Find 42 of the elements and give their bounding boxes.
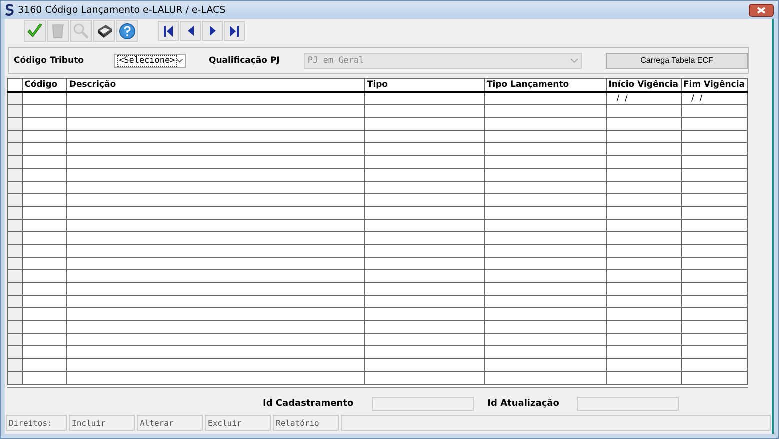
app-logo-icon <box>5 4 15 16</box>
trash-icon <box>51 23 65 39</box>
id-field[interactable] <box>372 397 474 411</box>
column-header: Tipo <box>364 78 484 92</box>
caret-icon <box>571 58 578 62</box>
search-icon <box>73 23 89 39</box>
close-icon <box>757 6 766 14</box>
caret-icon <box>177 58 183 62</box>
navigation-button[interactable] <box>224 21 245 41</box>
next-icon <box>210 26 216 36</box>
column-header: Fim Vigência <box>681 78 748 92</box>
status-panel: Direitos: <box>6 415 67 431</box>
help-icon <box>118 22 136 40</box>
status-panel: Relatório <box>273 415 339 431</box>
status-panel: Excluir <box>205 415 271 431</box>
previous-icon <box>188 26 194 36</box>
field-label: Id Atualização <box>488 399 560 409</box>
field-label: Id Cadastramento <box>263 399 354 409</box>
tax-code-dropdown[interactable]: <Selecione> <box>114 54 186 68</box>
column-header: Tipo Lançamento <box>484 78 606 92</box>
id-field[interactable] <box>577 397 680 411</box>
navigation-button[interactable] <box>180 21 201 41</box>
status-panel: Incluir <box>69 415 135 431</box>
window-title: 3160 Código Lançamento e-LALUR / e-LACS <box>18 4 226 16</box>
status-panel: Alterar <box>137 415 203 431</box>
column-header: Início Vigência <box>606 78 681 92</box>
close-button[interactable] <box>749 4 774 16</box>
table-cell: / / <box>616 94 628 104</box>
column-header: Código <box>22 78 67 92</box>
navigation-button[interactable] <box>202 21 223 41</box>
navigation-button[interactable] <box>158 21 179 41</box>
field-label: Qualificação PJ <box>208 56 280 66</box>
load-table-button[interactable]: Carrega Tabela ECF <box>606 52 748 68</box>
last-record-icon <box>230 26 239 36</box>
column-header: Descrição <box>66 78 365 92</box>
table-cell: / / <box>692 94 703 104</box>
toolbar-button[interactable] <box>93 20 115 42</box>
toolbar-button[interactable] <box>116 20 138 42</box>
first-record-icon <box>164 26 173 36</box>
field-label: Código Tributo <box>14 56 84 66</box>
printer-icon <box>96 23 112 39</box>
checkmark-icon <box>27 23 43 39</box>
